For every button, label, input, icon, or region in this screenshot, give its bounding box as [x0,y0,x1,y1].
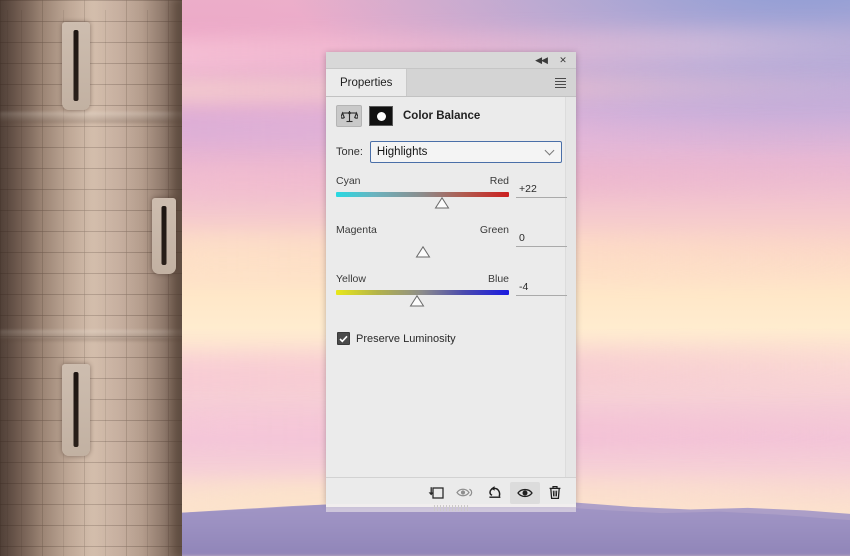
slider-group-cyan-red: Cyan Red +22 [326,175,576,212]
color-balance-scales-icon[interactable] [336,105,362,127]
arrow-slit-window [62,22,90,110]
properties-panel: ◀◀ ✕ Properties Color Balance Tone: High… [326,52,576,512]
slider-cyan-red[interactable] [336,190,509,212]
adjustment-title: Color Balance [403,110,481,122]
trash-icon [549,486,561,500]
slider-left-label-magenta: Magenta [336,224,377,236]
panel-title-bar: ◀◀ ✕ [326,52,576,69]
close-icon: ✕ [559,54,567,65]
eye-previous-state-icon [455,488,472,497]
screenshot-root: ◀◀ ✕ Properties Color Balance Tone: High… [0,0,850,556]
collapse-to-icons-button[interactable]: ◀◀ [532,52,550,68]
slider-right-label-green: Green [479,224,509,236]
slider-thumb-yellow-blue[interactable] [409,295,425,307]
tone-select[interactable]: Highlights [369,141,562,163]
arrow-slit-window [152,198,176,274]
chevron-down-icon [546,147,554,155]
slider-thumb-magenta-green[interactable] [415,246,430,258]
panel-footer-toolbar [326,477,576,511]
slider-value-yellow-blue[interactable]: -4 [516,281,567,296]
panel-bottom-edge [326,504,576,512]
color-balance-sliders: Cyan Red +22 Magenta Green 0 Yellow Blue… [326,163,576,310]
tab-bar-empty-area [407,69,548,96]
arrow-slit-window [62,364,90,456]
toggle-previous-state-button[interactable] [450,482,480,504]
reset-adjustment-button[interactable] [480,482,510,504]
slider-value-cyan-red[interactable]: +22 [516,183,567,198]
slider-yellow-blue[interactable] [336,288,509,310]
panel-menu-hamburger-icon[interactable] [548,69,572,96]
preserve-luminosity-row[interactable]: Preserve Luminosity [326,322,576,345]
double-chevron-left-icon: ◀◀ [535,54,548,65]
slider-left-label-cyan: Cyan [336,175,361,187]
panel-content: Color Balance Tone: Highlights Cyan Red [326,97,576,477]
clip-to-layer-icon [428,487,444,499]
reset-arrow-icon [489,486,501,498]
preserve-luminosity-label: Preserve Luminosity [356,332,456,345]
slider-right-label-red: Red [489,175,509,187]
toggle-layer-visibility-button[interactable] [510,481,540,504]
slider-group-magenta-green: Magenta Green 0 [326,224,576,261]
slider-magenta-green[interactable] [336,239,509,261]
eye-visibility-icon [516,488,533,497]
stone-tower [0,0,182,556]
tone-select-value: Highlights [376,146,428,158]
tower-shading [0,0,182,556]
layer-mask-thumbnail-icon[interactable] [369,106,393,126]
tower-right-edge-shadow [166,0,182,556]
slider-group-yellow-blue: Yellow Blue -4 [326,273,576,310]
tab-properties-label: Properties [340,76,393,89]
slider-right-label-blue: Blue [487,273,509,285]
slider-left-label-yellow: Yellow [336,273,366,285]
preserve-luminosity-checkbox[interactable] [337,332,350,345]
delete-adjustment-layer-button[interactable] [540,482,570,504]
slider-track-cyan-red [336,192,509,197]
panel-tab-bar: Properties [326,69,576,97]
tone-row: Tone: Highlights [326,127,576,163]
adjustment-header: Color Balance [326,97,576,127]
close-panel-button[interactable]: ✕ [554,52,572,68]
slider-thumb-cyan-red[interactable] [434,197,449,209]
tone-label: Tone: [336,146,363,158]
clip-to-layer-button[interactable] [420,482,450,504]
tab-properties[interactable]: Properties [326,69,408,96]
slider-value-magenta-green[interactable]: 0 [516,232,567,247]
